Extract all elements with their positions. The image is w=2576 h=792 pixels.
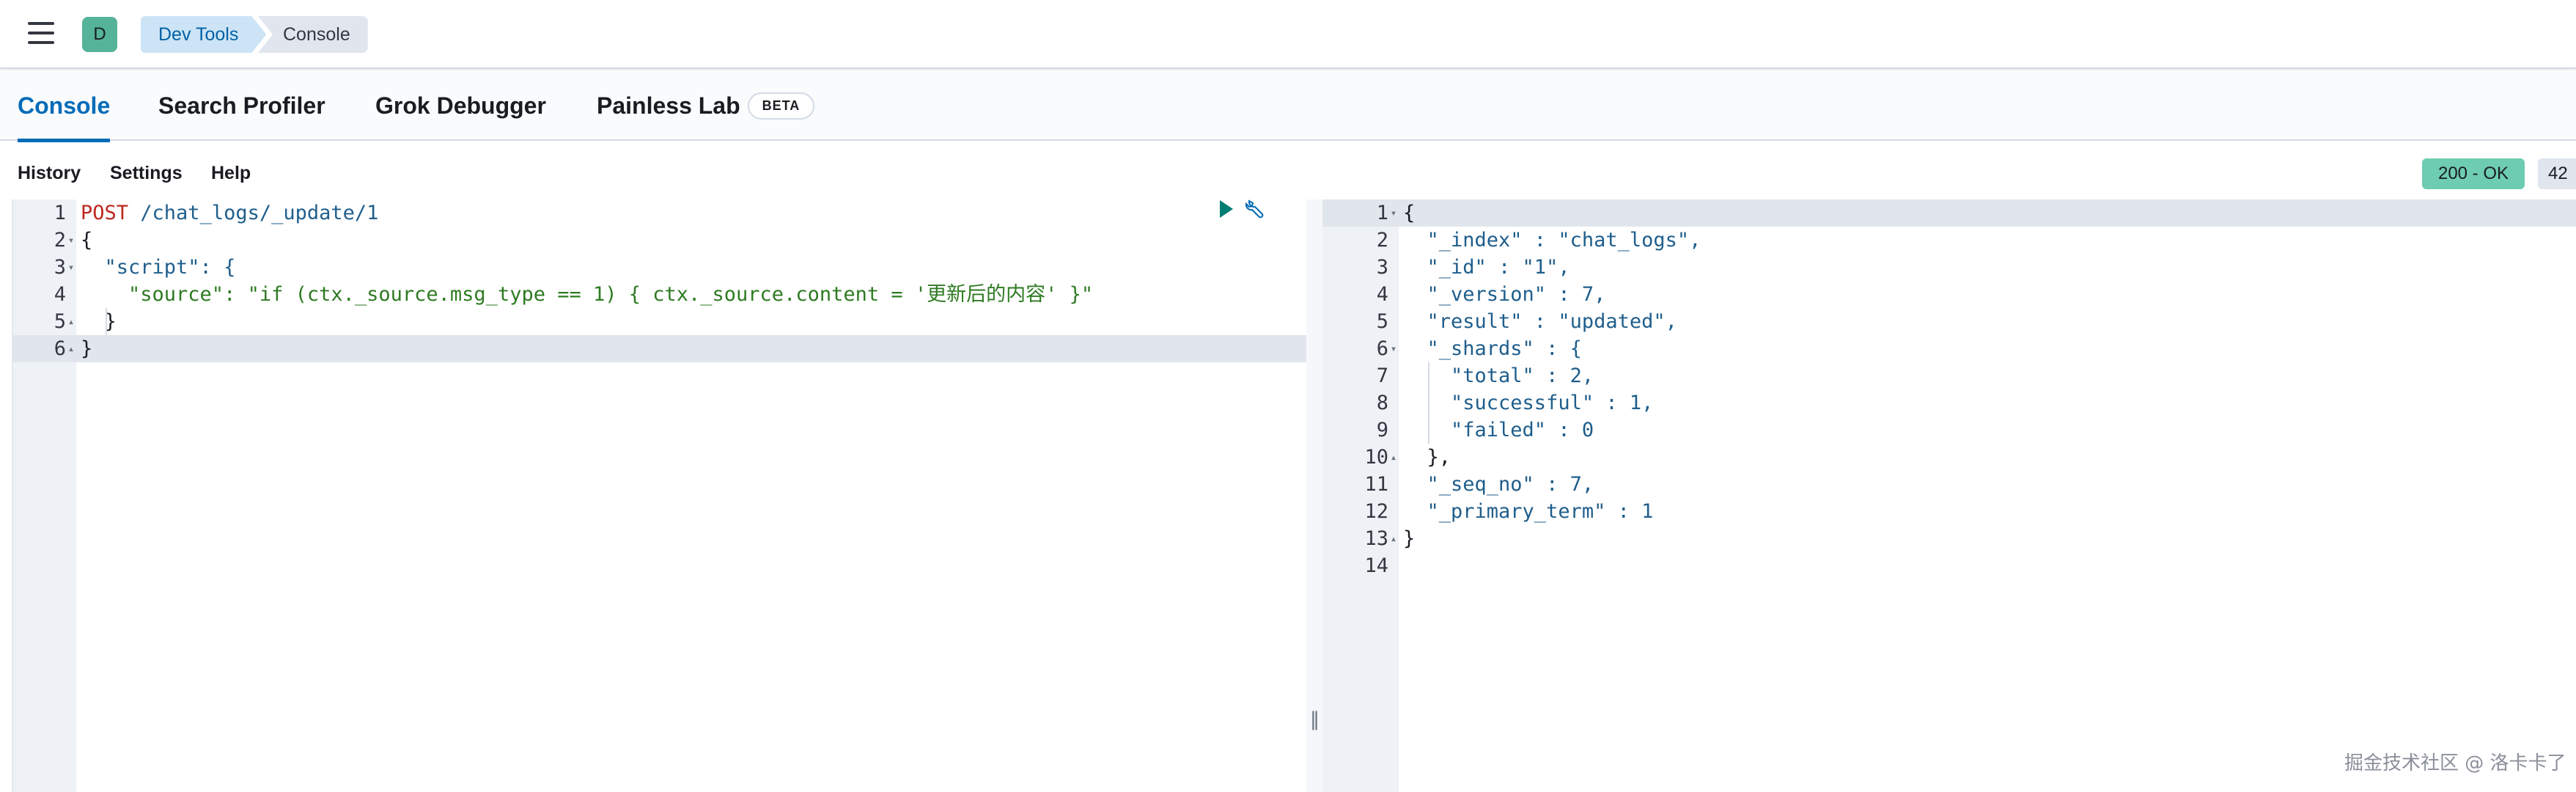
tab-search-profiler[interactable]: Search Profiler: [158, 70, 325, 141]
watermark: 掘金技术社区 @ 洛卡卡了: [2344, 752, 2566, 774]
help-button[interactable]: Help: [211, 163, 251, 184]
request-url: /chat_logs/_update/1: [128, 202, 379, 224]
request-time-badge: 42: [2538, 158, 2576, 189]
line-number: 6 ▴: [13, 335, 76, 362]
code-line: },: [1403, 446, 1451, 469]
fold-icon: ▾: [67, 262, 75, 274]
fold-icon: ▾: [1390, 343, 1397, 355]
pane-divider[interactable]: [1306, 199, 1322, 792]
line-number: 4: [1376, 283, 1388, 306]
code-line: "script": {: [81, 256, 236, 279]
indent-guide: [106, 308, 107, 335]
request-gutter: 1 2 ▾ 3 ▾ 4 5 ▴ 6 ▴: [12, 199, 76, 792]
line-number: 2: [1376, 229, 1388, 252]
indent-guide: [1428, 362, 1429, 444]
line-number: 9: [1376, 419, 1388, 441]
space-avatar[interactable]: D: [82, 17, 117, 52]
code-line: "source": "if (ctx._source.msg_type == 1…: [81, 283, 1094, 306]
tab-grok-debugger[interactable]: Grok Debugger: [375, 70, 546, 141]
tab-label: Painless Lab: [597, 92, 740, 119]
fold-icon: ▴: [1390, 533, 1397, 545]
code-line: {: [1399, 199, 2576, 227]
tab-painless-lab[interactable]: Painless Lab BETA: [597, 70, 815, 141]
line-number: 5: [1376, 310, 1388, 333]
line-number: 8: [1376, 392, 1388, 414]
settings-button[interactable]: Settings: [110, 163, 183, 184]
http-method: POST: [81, 202, 129, 224]
code-line: "_primary_term" : 1: [1403, 500, 1654, 523]
fold-icon: ▾: [67, 235, 75, 246]
line-number: 7: [1376, 364, 1388, 387]
beta-badge: BETA: [747, 92, 815, 120]
fold-icon: ▴: [67, 316, 75, 328]
status-badge: 200 - OK: [2422, 158, 2525, 189]
code-line: POST /chat_logs/_update/1: [76, 199, 1306, 227]
response-gutter: 1 ▾ 2 3 4 5 6 ▾ 7 8 9 10 ▴ 11 12 13 ▴ 14: [1322, 199, 1399, 792]
wrench-icon[interactable]: [1243, 198, 1265, 220]
code-line: "_version" : 7,: [1403, 283, 1606, 306]
tab-label: Grok Debugger: [375, 92, 546, 119]
code-line: "total" : 2,: [1403, 364, 1594, 387]
line-number: 13 ▴: [1322, 525, 1399, 552]
code-line: "successful" : 1,: [1403, 392, 1654, 414]
console-toolbar: History Settings Help: [0, 142, 2576, 199]
code-line: }: [81, 310, 117, 333]
tab-label: Search Profiler: [158, 92, 325, 119]
code-line: {: [81, 229, 93, 252]
fold-icon: ▾: [1390, 208, 1397, 219]
line-number: 10 ▴: [1322, 444, 1399, 471]
request-actions: [1220, 198, 1265, 220]
menu-icon[interactable]: [28, 22, 54, 44]
tab-console[interactable]: Console: [18, 70, 111, 142]
line-number: 1 ▾: [1322, 199, 1399, 227]
line-number: 14: [1364, 554, 1388, 577]
request-code[interactable]: POST /chat_logs/_update/1 { "script": { …: [76, 199, 1306, 792]
code-line: "_index" : "chat_logs",: [1403, 229, 1701, 252]
line-number: 11: [1364, 473, 1388, 496]
line-number: 6 ▾: [1322, 335, 1399, 362]
response-viewer: 1 ▾ 2 3 4 5 6 ▾ 7 8 9 10 ▴ 11 12 13 ▴ 14 { "…: [1322, 199, 2576, 792]
devtools-tabs: Console Search Profiler Grok Debugger Pa…: [0, 70, 2576, 142]
line-number: 2 ▾: [13, 227, 76, 254]
line-number: 4: [54, 283, 66, 306]
line-number: 3 ▾: [13, 254, 76, 281]
line-number: 12: [1364, 500, 1388, 523]
code-line: }: [1403, 527, 1416, 550]
code-line: "_shards" : {: [1403, 337, 1582, 360]
top-header: D Dev Tools Console: [0, 0, 2576, 69]
line-number: 5 ▴: [13, 308, 76, 335]
tab-label: Console: [18, 92, 111, 119]
fold-icon: ▴: [67, 343, 75, 355]
code-line: "failed" : 0: [1403, 419, 1594, 441]
response-code: { "_index" : "chat_logs", "_id" : "1", "…: [1399, 199, 2576, 792]
request-editor[interactable]: 1 2 ▾ 3 ▾ 4 5 ▴ 6 ▴ POST /chat_logs/_update/…: [12, 199, 1306, 792]
code-line: }: [76, 335, 1306, 362]
line-number: 1: [54, 202, 66, 224]
line-number: 3: [1376, 256, 1388, 279]
play-icon[interactable]: [1220, 200, 1233, 218]
code-line: "_id" : "1",: [1403, 256, 1570, 279]
code-line: "result" : "updated",: [1403, 310, 1677, 333]
code-line: "_seq_no" : 7,: [1403, 473, 1594, 496]
breadcrumb-dev-tools[interactable]: Dev Tools: [141, 16, 266, 53]
breadcrumb-console: Console: [258, 16, 368, 53]
resize-handle-icon[interactable]: ‖: [1310, 708, 1320, 730]
fold-icon: ▴: [1390, 452, 1397, 463]
history-button[interactable]: History: [18, 163, 81, 184]
